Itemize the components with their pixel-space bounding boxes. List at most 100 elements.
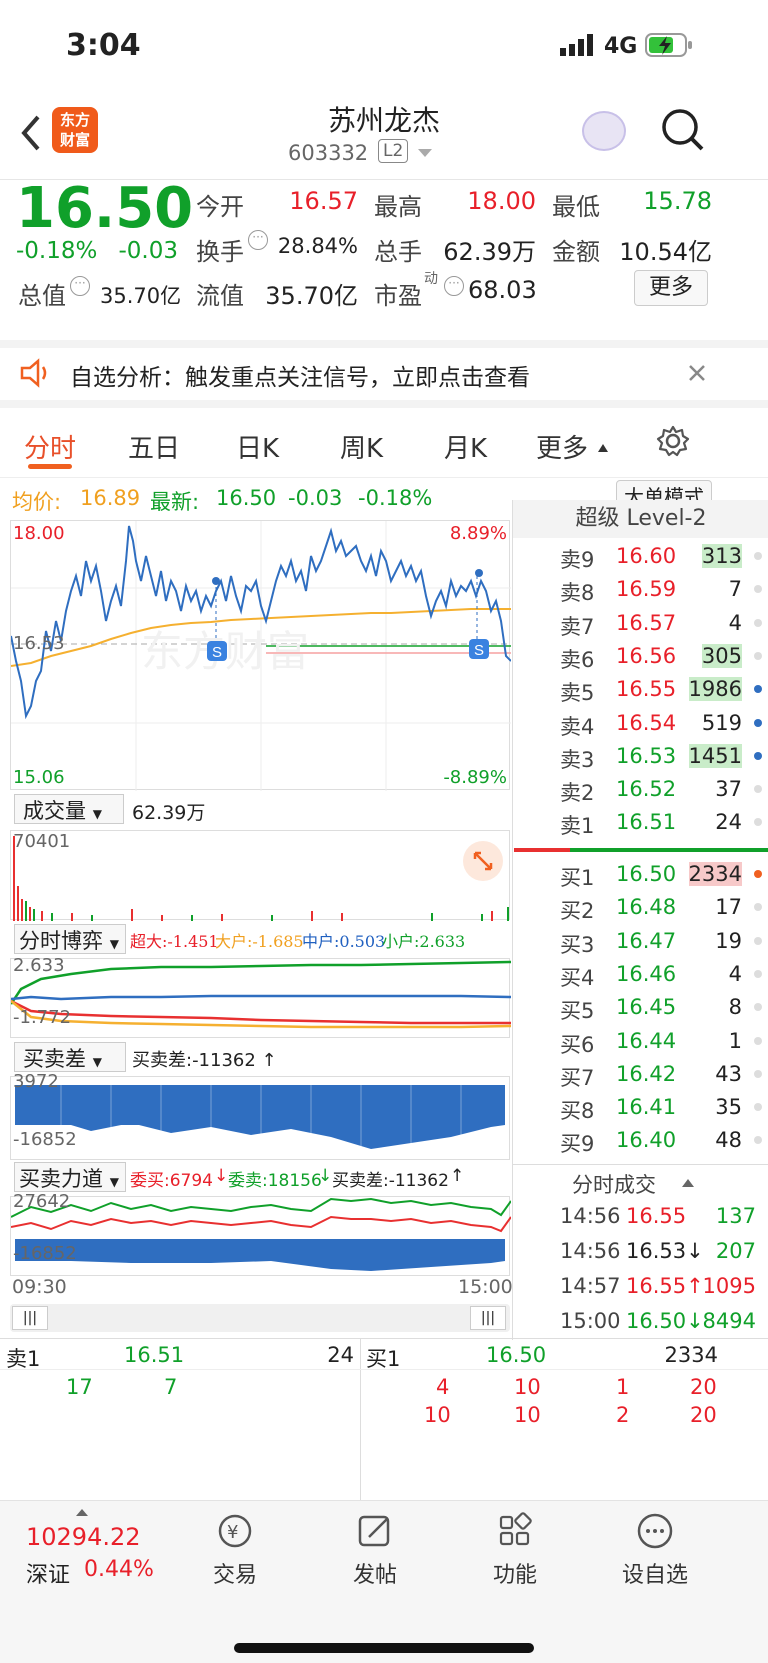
ask-row[interactable]: 卖7 16.57 4 <box>552 607 768 642</box>
search-icon[interactable] <box>660 107 706 157</box>
bid-level-label: 买4 <box>560 965 595 990</box>
tab-intraday[interactable]: 分时 <box>24 428 76 465</box>
game-header: 分时博弈 ▼ 超大:-1.451 大户:-1.685 中户:0.503 小户:2… <box>10 922 510 956</box>
ask-row[interactable]: 卖9 16.60 313 <box>552 540 768 575</box>
ask-price: 16.60 <box>616 544 677 568</box>
order-dot-icon <box>754 1069 762 1078</box>
orderbook-title: 超级 Level-2 <box>513 500 768 538</box>
game-selector[interactable]: 分时博弈 ▼ <box>14 924 126 954</box>
ask-level-label: 卖8 <box>560 581 595 606</box>
nav-post[interactable]: 发帖 <box>310 1511 440 1589</box>
queue-bid-item: 1 <box>616 1375 630 1399</box>
bid-row[interactable]: 买2 16.48 17 <box>552 891 768 926</box>
expand-icon[interactable] <box>463 841 503 881</box>
ask-level-label: 卖9 <box>560 548 595 572</box>
bid-row[interactable]: 买7 16.42 43 <box>552 1058 768 1093</box>
time-scrollbar[interactable]: ||| ||| <box>10 1304 510 1332</box>
tick-volume: 8494 <box>702 1309 756 1333</box>
speaker-icon <box>18 358 52 392</box>
ask-row[interactable]: 卖3 16.53 1451 <box>552 740 768 775</box>
trade-icon: ¥ <box>218 1514 252 1548</box>
scroll-handle-left[interactable]: ||| <box>12 1306 48 1330</box>
bid-row[interactable]: 买1 16.50 2334 <box>552 858 768 893</box>
more-button[interactable]: 更多 <box>634 270 708 306</box>
force-selector[interactable]: 买卖力道 ▼ <box>14 1162 126 1192</box>
bid-volume: 35 <box>715 1095 742 1120</box>
small-value: 小户:2.633 <box>382 932 466 951</box>
queue-ask-item: 7 <box>164 1375 178 1399</box>
bid-row[interactable]: 买5 16.45 8 <box>552 991 768 1026</box>
bid-row[interactable]: 买4 16.46 4 <box>552 958 768 993</box>
tick-volume: 1095 <box>702 1274 756 1298</box>
bid-volume: 43 <box>715 1061 742 1086</box>
close-icon[interactable] <box>686 362 708 388</box>
bid-level-label: 买2 <box>560 899 595 924</box>
tab-weekly[interactable]: 周K <box>340 428 383 465</box>
nav-trade[interactable]: ¥ 交易 <box>170 1511 300 1589</box>
dropdown-icon[interactable] <box>418 149 432 157</box>
order-dot-icon <box>754 585 762 594</box>
ask-row[interactable]: 卖1 16.51 24 <box>552 806 768 841</box>
ticks-header[interactable]: 分时成交 <box>512 1164 768 1200</box>
order-dot-icon <box>754 903 762 912</box>
ask-row[interactable]: 卖8 16.59 7 <box>552 573 768 608</box>
ask-volume: 305 <box>701 643 742 668</box>
tick-price: 16.53↓ <box>626 1239 704 1263</box>
signal-icon <box>560 34 596 56</box>
ask-row[interactable]: 卖2 16.52 37 <box>552 773 768 808</box>
tab-more[interactable]: 更多 <box>536 428 588 465</box>
bid-level-label: 买7 <box>560 1065 595 1090</box>
queue-bid-price: 16.50 <box>486 1343 547 1367</box>
robot-avatar-icon[interactable] <box>582 111 626 151</box>
grid-icon <box>499 1512 532 1546</box>
float-label: 流值 <box>196 282 244 310</box>
ask-level-label: 卖3 <box>560 747 595 772</box>
mid-value: 中户:0.503 <box>302 932 386 951</box>
battery-icon <box>645 32 693 62</box>
info-icon[interactable]: ··· <box>248 230 268 250</box>
queue-bid-item: 2 <box>616 1403 630 1427</box>
queue-bid-item: 20 <box>690 1403 717 1427</box>
turnover-value: 28.84% <box>277 234 358 258</box>
order-dot-icon <box>754 618 762 627</box>
tab-daily[interactable]: 日K <box>236 428 279 465</box>
settings-icon[interactable] <box>656 424 690 462</box>
mcap-value: 35.70亿 <box>100 284 182 308</box>
bid-level-label: 买3 <box>560 932 595 957</box>
price-chart[interactable]: 东方财富 S S 18.00 16.53 15.06 8.89% -8.89% <box>10 520 511 791</box>
diff-selector[interactable]: 买卖差 ▼ <box>14 1042 126 1072</box>
tab-monthly[interactable]: 月K <box>444 428 487 465</box>
pe-value: 68.03 <box>468 276 537 304</box>
order-dot-icon <box>754 552 762 560</box>
bid-row[interactable]: 买8 16.41 35 <box>552 1091 768 1126</box>
volume-max-label: 70401 <box>13 831 71 852</box>
ask-row[interactable]: 卖6 16.56 305 <box>552 640 768 675</box>
scroll-handle-right[interactable]: ||| <box>470 1306 506 1330</box>
index-value[interactable]: 10294.22 <box>26 1523 141 1551</box>
bid-row[interactable]: 买6 16.44 1 <box>552 1025 768 1060</box>
ask-price: 16.52 <box>616 777 677 802</box>
nav-add-watchlist[interactable]: 设自选 <box>590 1511 720 1589</box>
nav-functions[interactable]: 功能 <box>450 1511 580 1589</box>
alert-banner[interactable]: 自选分析：触发重点关注信号，立即点击查看 <box>0 340 768 408</box>
ask-level-label: 卖7 <box>560 614 595 639</box>
bid-row[interactable]: 买9 16.40 48 <box>552 1124 768 1159</box>
ask-row[interactable]: 卖4 16.54 519 <box>552 707 768 742</box>
order-dot-icon <box>754 785 762 794</box>
float-value: 35.70亿 <box>265 282 358 310</box>
legend-pct: -0.18% <box>358 486 433 510</box>
ask-price: 16.57 <box>616 610 677 635</box>
bid-row[interactable]: 买3 16.47 19 <box>552 925 768 960</box>
tick-volume: 207 <box>715 1239 756 1263</box>
order-dot-icon <box>754 1036 762 1045</box>
info-icon[interactable]: ··· <box>444 276 464 296</box>
volume-chart: 70401 <box>10 830 510 921</box>
queue-ask-price: 16.51 <box>124 1343 185 1367</box>
tab-5day[interactable]: 五日 <box>128 428 180 465</box>
tick-row: 14:57 16.55↑ 1095 <box>552 1270 768 1305</box>
pct-min-label: -8.89% <box>443 767 507 788</box>
info-icon[interactable]: ··· <box>70 276 90 296</box>
volume-selector[interactable]: 成交量 ▼ <box>14 794 124 824</box>
ask-row[interactable]: 卖5 16.55 1986 <box>552 673 768 708</box>
tick-price: 16.55↑ <box>626 1274 704 1298</box>
